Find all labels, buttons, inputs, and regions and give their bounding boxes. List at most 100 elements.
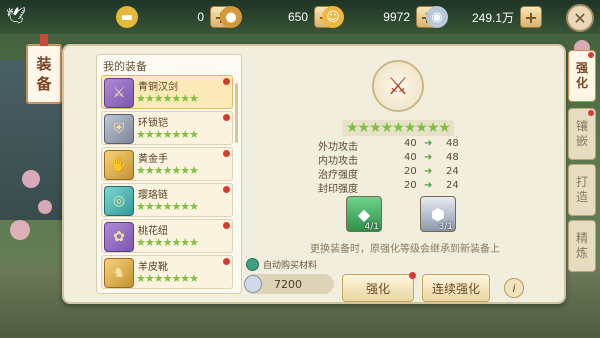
resource-copper-coin: ● 650 + xyxy=(220,6,336,28)
red-dot-badge xyxy=(409,272,416,279)
inherit-hint: 更换装备时，原强化等级会继承到新装备上 xyxy=(310,244,500,255)
tab-refine[interactable]: 精 炼 xyxy=(568,220,596,272)
stat-current: 40 xyxy=(404,138,417,149)
list-item[interactable]: ✋ 黄金手 ★★★★★★★ xyxy=(101,147,233,181)
stat-next: 24 xyxy=(446,180,459,191)
stat-label: 封印强度 xyxy=(318,184,358,195)
silver-ore-icon: ⬢ xyxy=(431,204,445,224)
tab-char: 化 xyxy=(575,76,588,90)
list-item[interactable]: ⛨ 环锁铠 ★★★★★★★ xyxy=(101,111,233,145)
stat-current: 40 xyxy=(404,152,417,163)
item-name: 黄金手 xyxy=(138,154,168,165)
cost-value: 7200 xyxy=(274,277,302,291)
item-stars: ★★★★★★★ xyxy=(136,92,199,105)
auto-buy-label: 自动购买材料 xyxy=(263,261,318,271)
resource-bar: 🕊 ▬ 0 + ● 650 + ☺ 9972 + ◉ 249.1万 + xyxy=(0,0,600,34)
green-crystal-icon: ◆ xyxy=(357,204,371,224)
item-name: 青铜汉剑 xyxy=(138,82,178,93)
cost-display: 7200 xyxy=(244,274,334,294)
selected-sword-icon: ⚔ xyxy=(372,60,424,112)
list-item[interactable]: ⚔ 青铜汉剑 ★★★★★★★ xyxy=(101,75,233,109)
tab-inlay[interactable]: 镶 嵌 xyxy=(568,108,596,160)
checkbox-icon[interactable] xyxy=(246,258,259,271)
stat-next: 48 xyxy=(446,138,459,149)
resource-face-coin: ☺ 9972 + xyxy=(322,6,438,28)
red-dot-badge xyxy=(223,186,230,193)
item-name: 桃花纽 xyxy=(138,226,168,237)
stat-row: 外功攻击 40 ➜ 48 xyxy=(318,138,478,153)
continuous-enhance-button[interactable]: 连续强化 xyxy=(422,274,490,302)
red-dot-badge xyxy=(223,150,230,157)
item-stars: ★★★★★★★ xyxy=(136,128,199,141)
item-stars: ★★★★★★★ xyxy=(136,200,199,213)
arrow-right-icon: ➜ xyxy=(424,180,433,191)
list-scrollbar[interactable] xyxy=(235,83,238,143)
white-crane-icon: 🕊 xyxy=(6,6,27,25)
red-dot-badge xyxy=(223,222,230,229)
resource-gold-ingot: ▬ 0 + xyxy=(116,6,232,28)
equipment-list: 我的装备 ⚔ 青铜汉剑 ★★★★★★★ ⛨ 环锁铠 ★★★★★★★ ✋ 黄金手 … xyxy=(96,54,242,294)
sword-icon: ⚔ xyxy=(104,78,134,108)
face-coin-icon: ☺ xyxy=(322,6,344,28)
resource-value: 9972 xyxy=(383,10,410,24)
stat-current: 20 xyxy=(404,180,417,191)
red-dot-badge xyxy=(223,114,230,121)
list-item[interactable]: ♞ 羊皮靴 ★★★★★★★ xyxy=(101,255,233,289)
enhance-panel: 我的装备 ⚔ 青铜汉剑 ★★★★★★★ ⛨ 环锁铠 ★★★★★★★ ✋ 黄金手 … xyxy=(62,44,566,304)
item-stars: ★★★★★★★ xyxy=(136,164,199,177)
tab-char: 打 xyxy=(575,175,588,189)
arrow-right-icon: ➜ xyxy=(424,138,433,149)
material-count: 3/1 xyxy=(438,222,453,232)
stat-next: 48 xyxy=(446,152,459,163)
list-item[interactable]: ✿ 桃花纽 ★★★★★★★ xyxy=(101,219,233,253)
silver-coin-icon: ◉ xyxy=(426,6,448,28)
red-dot-badge xyxy=(223,78,230,85)
tab-char: 强 xyxy=(575,61,588,75)
item-name: 羊皮靴 xyxy=(138,262,168,273)
banner-char: 备 xyxy=(36,75,52,93)
glove-icon: ✋ xyxy=(104,150,134,180)
list-title: 我的装备 xyxy=(103,60,147,73)
stat-row: 治疗强度 20 ➜ 24 xyxy=(318,166,478,181)
add-silver-coin-button[interactable]: + xyxy=(520,6,542,28)
resource-value: 650 xyxy=(287,10,308,24)
silver-coin-icon xyxy=(244,275,262,293)
enhance-button[interactable]: 强化 xyxy=(342,272,416,302)
tab-enhance[interactable]: 强 化 xyxy=(568,50,596,102)
stat-label: 外功攻击 xyxy=(318,142,358,153)
stat-next: 24 xyxy=(446,166,459,177)
tab-forge[interactable]: 打 造 xyxy=(568,164,596,216)
auto-buy-toggle[interactable]: 自动购买材料 xyxy=(246,258,317,271)
stat-label: 治疗强度 xyxy=(318,170,358,181)
continuous-enhance-label: 连续强化 xyxy=(431,281,480,296)
material-slot[interactable]: ◆ 4/1 xyxy=(346,196,382,232)
resource-value: 0 xyxy=(197,10,204,24)
gold-ingot-icon: ▬ xyxy=(116,6,138,28)
blossom-decoration xyxy=(22,170,40,188)
blossom-decoration xyxy=(38,200,52,214)
close-button[interactable]: ✕ xyxy=(566,4,594,32)
enhance-button-label: 强化 xyxy=(365,281,390,296)
stat-row: 封印强度 20 ➜ 24 xyxy=(318,180,478,195)
item-name: 璎珞链 xyxy=(138,190,168,201)
info-icon[interactable]: i xyxy=(504,278,524,298)
tab-char: 造 xyxy=(575,190,588,204)
item-stars: ★★★★★★★ xyxy=(136,236,199,249)
button-ornament-icon: ✿ xyxy=(104,222,134,252)
stat-current: 20 xyxy=(404,166,417,177)
blossom-decoration xyxy=(10,220,30,240)
equipment-banner: 装 备 xyxy=(26,34,62,104)
item-name: 环锁铠 xyxy=(138,118,168,129)
material-count: 4/1 xyxy=(364,222,379,232)
material-slot[interactable]: ⬢ 3/1 xyxy=(420,196,456,232)
necklace-icon: ◎ xyxy=(104,186,134,216)
arrow-right-icon: ➜ xyxy=(424,152,433,163)
list-item[interactable]: ◎ 璎珞链 ★★★★★★★ xyxy=(101,183,233,217)
tab-char: 精 xyxy=(575,231,588,245)
red-dot-badge xyxy=(223,258,230,265)
enhance-stars: ★★★★★★★★★ xyxy=(342,120,454,136)
red-dot-badge xyxy=(588,110,594,116)
stat-label: 内功攻击 xyxy=(318,156,358,167)
arrow-right-icon: ➜ xyxy=(424,166,433,177)
resource-silver-coin: ◉ 249.1万 + xyxy=(426,6,542,28)
